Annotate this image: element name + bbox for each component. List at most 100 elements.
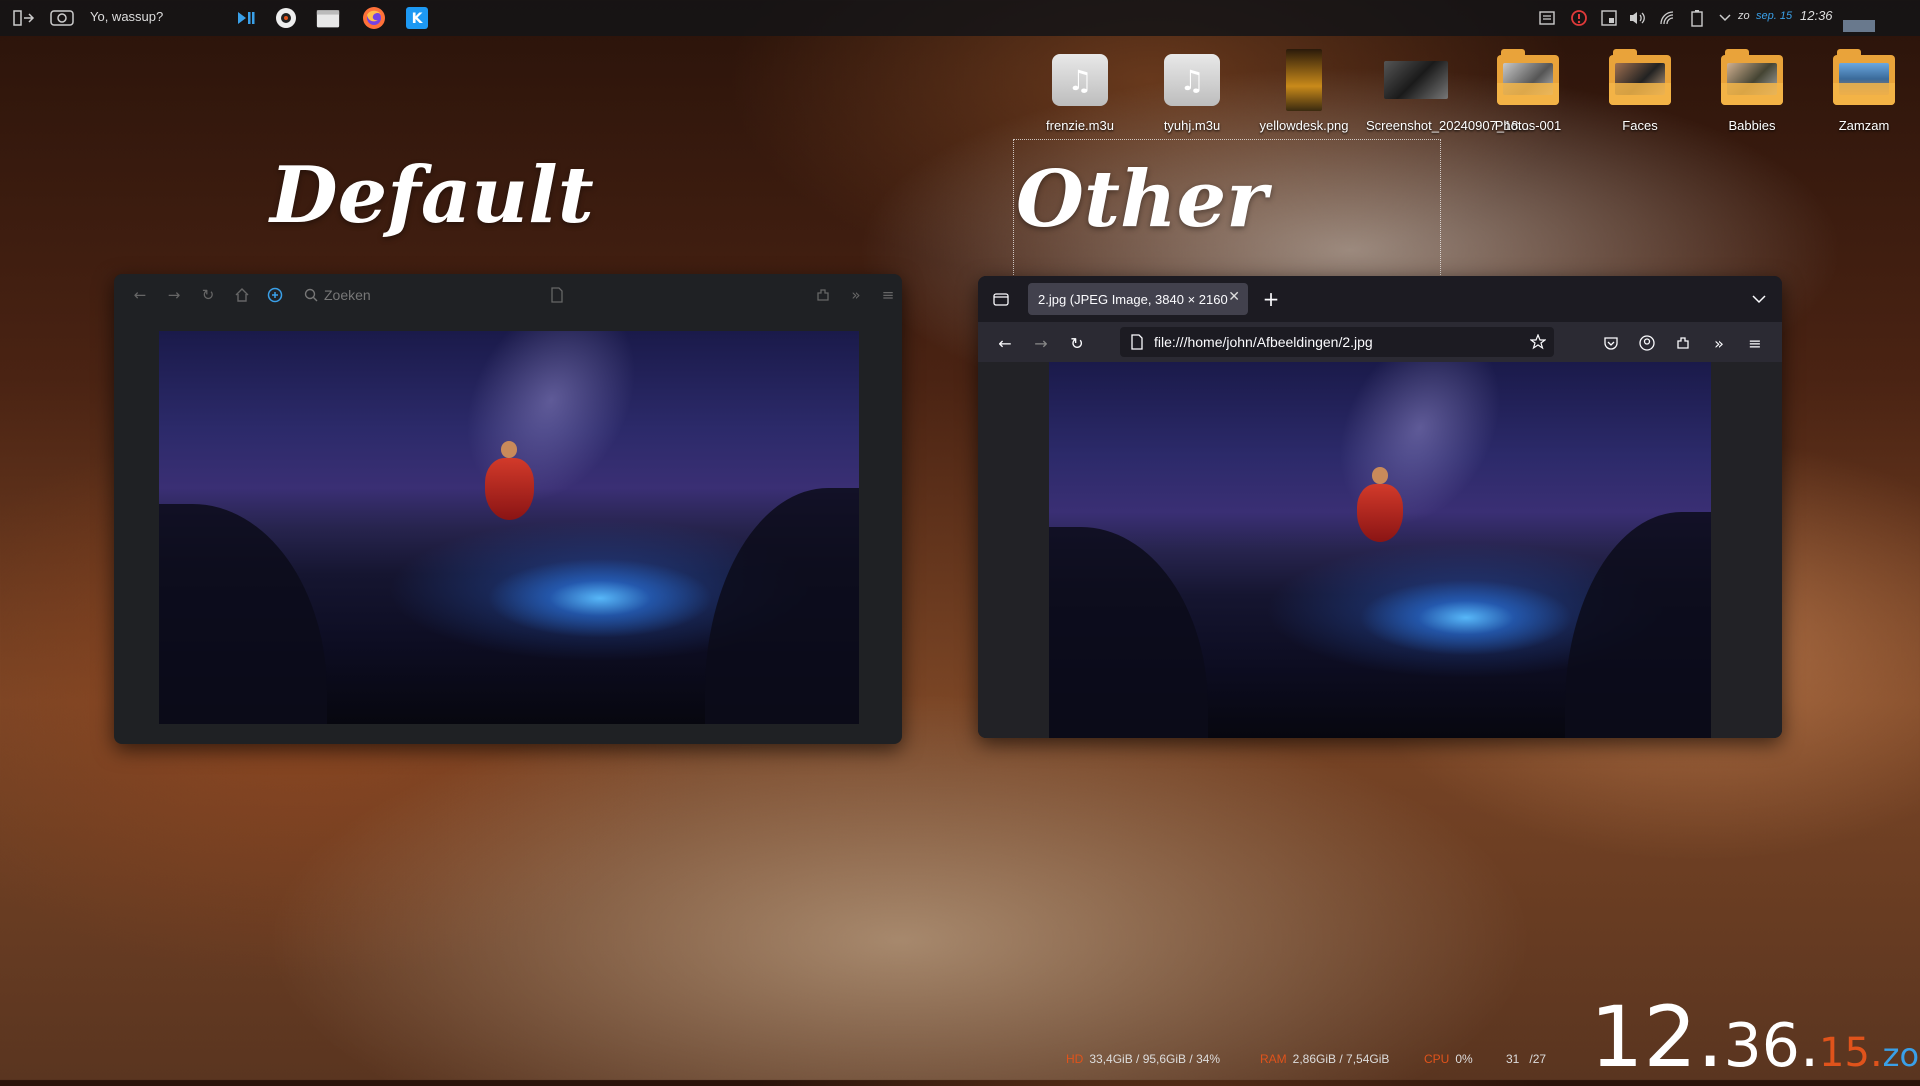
- clock-minutes: 36: [1723, 1011, 1800, 1081]
- hd-label: HD: [1066, 1052, 1084, 1066]
- folder-icon: [1721, 49, 1783, 105]
- image-thumbnail-icon: [1286, 49, 1322, 111]
- temp-stat: 31 /27: [1506, 1052, 1546, 1066]
- screenshot-icon[interactable]: [50, 6, 74, 30]
- page-icon: [1131, 334, 1143, 350]
- firefox-tab[interactable]: 2.jpg (JPEG Image, 3840 × 2160 pixels) ✕: [1028, 283, 1248, 315]
- ram-label: RAM: [1260, 1052, 1287, 1066]
- firefox-tabbar: 2.jpg (JPEG Image, 3840 × 2160 pixels) ✕…: [978, 276, 1782, 322]
- tab-title: 2.jpg (JPEG Image, 3840 × 2160 pixels): [1038, 291, 1228, 307]
- panel-date-day[interactable]: zo: [1738, 10, 1750, 22]
- close-tab-icon[interactable]: ✕: [1228, 289, 1240, 305]
- monk-image: [1049, 362, 1711, 738]
- desktop-clock: 12.36.15.zo: [1590, 988, 1920, 1086]
- desktop-icon-label: yellowdesk.png: [1259, 118, 1349, 133]
- cpu-label: CPU: [1424, 1052, 1450, 1066]
- update-alert-icon[interactable]: [1570, 9, 1588, 27]
- desktop-icon-label: Zamzam: [1838, 118, 1890, 133]
- chevron-down-icon[interactable]: [1716, 9, 1734, 27]
- extensions-icon[interactable]: [1672, 332, 1694, 354]
- kde-connect-icon[interactable]: K: [405, 6, 429, 30]
- search-icon: [304, 288, 318, 302]
- cpu-value: 0%: [1455, 1052, 1473, 1066]
- folder-icon: [1833, 49, 1895, 105]
- left-toolbar: ← → ↻ Zoeken » ≡: [114, 274, 902, 316]
- desktop-icon-label: tyuhj.m3u: [1163, 118, 1221, 133]
- reload-icon[interactable]: ↻: [1066, 332, 1088, 354]
- desktop-icon-photos-001[interactable]: Photos-001: [1474, 48, 1582, 134]
- bookmark-star-icon[interactable]: [1530, 334, 1546, 350]
- back-icon[interactable]: ←: [994, 332, 1016, 354]
- camera-app-icon[interactable]: [274, 6, 298, 30]
- default-browser-window[interactable]: ← → ↻ Zoeken » ≡: [114, 274, 902, 744]
- desktop-icon-label: Babbies: [1728, 118, 1776, 133]
- panel-date[interactable]: sep. 15: [1756, 10, 1792, 22]
- reload-icon[interactable]: ↻: [198, 285, 218, 305]
- music-file-icon: ♫: [1164, 54, 1220, 106]
- top-panel: Yo, wassup? K zo sep. 15 12:36: [0, 0, 1920, 36]
- forward-icon[interactable]: →: [1030, 332, 1052, 354]
- battery-icon[interactable]: [1688, 9, 1706, 27]
- music-file-icon: ♫: [1052, 54, 1108, 106]
- window-layout-icon[interactable]: [12, 6, 36, 30]
- temp-value: 31: [1506, 1052, 1520, 1066]
- volume-icon[interactable]: [1628, 9, 1646, 27]
- firefox-navbar: ← → ↻ file:///home/john/Afbeeldingen/2.j…: [978, 322, 1782, 362]
- play-pause-icon[interactable]: [234, 6, 258, 30]
- desktop-icon-tyuhj[interactable]: ♫ tyuhj.m3u: [1138, 48, 1246, 134]
- file-manager-icon[interactable]: [316, 6, 340, 30]
- firefox-icon[interactable]: [362, 6, 386, 30]
- desktop-icon-label: frenzie.m3u: [1046, 118, 1114, 133]
- clock-day: zo: [1882, 1036, 1920, 1074]
- panel-time[interactable]: 12:36: [1800, 8, 1833, 23]
- desktop-icon-label: Photos-001: [1494, 118, 1562, 133]
- firefox-content: [978, 362, 1782, 738]
- home-icon[interactable]: [232, 285, 252, 305]
- overflow-icon[interactable]: »: [846, 285, 866, 305]
- pager-widget[interactable]: [1843, 20, 1875, 32]
- new-tab-icon[interactable]: +: [1260, 287, 1282, 311]
- desktop-icon-screenshot[interactable]: Screenshot_20240907_18...: [1362, 48, 1530, 134]
- hd-stat: HD 33,4GiB / 95,6GiB / 34%: [1066, 1052, 1220, 1066]
- extensions-icon[interactable]: [813, 285, 833, 305]
- desktop-icon-frenzie[interactable]: ♫ frenzie.m3u: [1026, 48, 1134, 134]
- ram-value: 2,86GiB / 7,54GiB: [1292, 1052, 1390, 1066]
- page-icon[interactable]: [547, 285, 567, 305]
- search-placeholder: Zoeken: [324, 287, 371, 303]
- menu-icon[interactable]: ≡: [878, 285, 898, 305]
- add-icon[interactable]: [265, 285, 285, 305]
- desktop-icon-label: Screenshot_20240907_18...: [1366, 118, 1530, 133]
- desktop-icon-label: Faces: [1622, 118, 1658, 133]
- hd-value: 33,4GiB / 95,6GiB / 34%: [1089, 1052, 1221, 1066]
- pocket-icon[interactable]: [1600, 332, 1622, 354]
- network-icon[interactable]: [1658, 9, 1676, 27]
- image-thumbnail-icon: [1384, 61, 1448, 99]
- firefox-view-icon[interactable]: [990, 288, 1012, 310]
- overflow-icon[interactable]: »: [1708, 332, 1730, 354]
- url-bar[interactable]: file:///home/john/Afbeeldingen/2.jpg: [1120, 327, 1554, 357]
- list-tabs-chevron-icon[interactable]: [1748, 288, 1770, 310]
- desktop-icon-yellowdesk[interactable]: yellowdesk.png: [1250, 48, 1358, 134]
- back-icon[interactable]: ←: [130, 285, 150, 305]
- url-text: file:///home/john/Afbeeldingen/2.jpg: [1154, 334, 1373, 350]
- monk-image: [159, 331, 859, 724]
- desktop-icon-babbies[interactable]: Babbies: [1698, 48, 1806, 134]
- account-icon[interactable]: [1636, 332, 1658, 354]
- folder-icon: [1497, 49, 1559, 105]
- temp-value-2: /27: [1529, 1052, 1547, 1066]
- title-other: Other: [1016, 154, 1268, 245]
- forward-icon[interactable]: →: [164, 285, 184, 305]
- clock-hours: 12: [1590, 988, 1697, 1086]
- clipboard-icon[interactable]: [1538, 9, 1556, 27]
- ram-stat: RAM 2,86GiB / 7,54GiB: [1260, 1052, 1389, 1066]
- desktop-icon-faces[interactable]: Faces: [1586, 48, 1694, 134]
- menu-icon[interactable]: ≡: [1744, 332, 1766, 354]
- firefox-window[interactable]: 2.jpg (JPEG Image, 3840 × 2160 pixels) ✕…: [978, 276, 1782, 738]
- svg-text:K: K: [412, 11, 424, 27]
- display-icon[interactable]: [1600, 9, 1618, 27]
- left-search-field[interactable]: Zoeken: [304, 284, 371, 306]
- desktop-icon-zamzam[interactable]: Zamzam: [1810, 48, 1918, 134]
- clock-seconds: 15: [1819, 1030, 1870, 1076]
- title-default: Default: [270, 150, 594, 241]
- cpu-stat: CPU 0%: [1424, 1052, 1473, 1066]
